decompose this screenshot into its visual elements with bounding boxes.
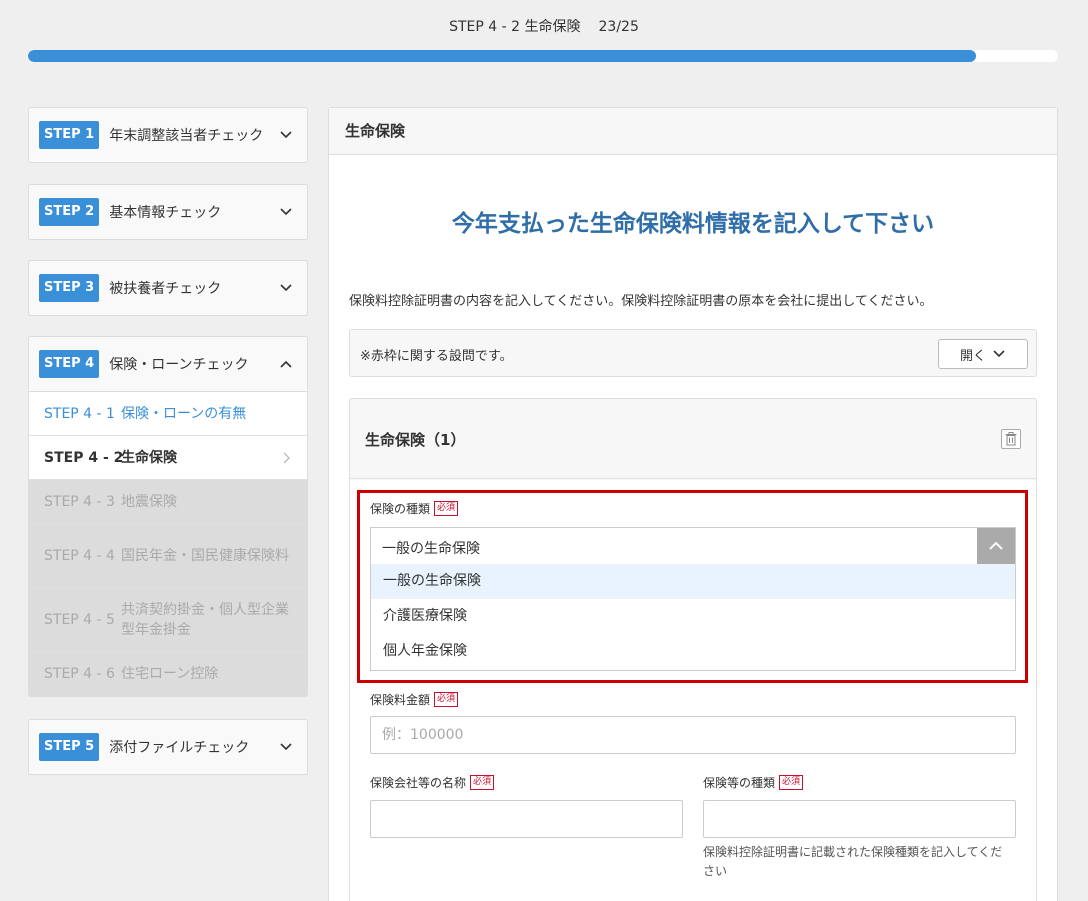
instructions-text: 保険料控除証明書の内容を記入してください。保険料控除証明書の原本を会社に提出して… bbox=[349, 294, 933, 309]
progress-bar bbox=[28, 50, 1058, 62]
step-label: 添付ファイルチェック bbox=[109, 740, 250, 756]
current-step-title: STEP 4 - 2 生命保険 bbox=[449, 19, 581, 35]
step-5-header[interactable]: STEP 5 添付ファイルチェック bbox=[29, 720, 307, 774]
company-name-input[interactable] bbox=[370, 800, 683, 838]
step-2-card[interactable]: STEP 2 基本情報チェック bbox=[28, 184, 308, 240]
progress-title: STEP 4 - 2 生命保険 23/25 bbox=[0, 16, 1088, 36]
substep-code: STEP 4 - 1 bbox=[44, 405, 115, 422]
dropdown-option[interactable]: 一般の生命保険 bbox=[371, 564, 1015, 599]
step-badge: STEP 2 bbox=[39, 198, 100, 226]
note-box: ※赤枠に関する設問です。 開く bbox=[349, 329, 1037, 377]
open-button[interactable]: 開く bbox=[938, 339, 1028, 369]
substep-code: STEP 4 - 4 bbox=[44, 547, 115, 564]
substep-label: 生命保険 bbox=[121, 449, 177, 466]
step-counter: 23/25 bbox=[598, 19, 639, 35]
chevron-up-icon[interactable] bbox=[977, 528, 1015, 564]
note-text: ※赤枠に関する設問です。 bbox=[360, 349, 513, 364]
substep-label: 地震保険 bbox=[121, 493, 177, 510]
substep-code: STEP 4 - 3 bbox=[44, 493, 115, 510]
dropdown-option[interactable]: 介護医療保険 bbox=[371, 599, 1015, 634]
chevron-right-icon bbox=[279, 451, 293, 465]
substep-code: STEP 4 - 6 bbox=[44, 666, 115, 682]
substep-4-4: STEP 4 - 4 国民年金・国民健康保険料 bbox=[29, 524, 307, 588]
company-name-label: 保険会社等の名称 必須 bbox=[370, 774, 495, 791]
open-button-label: 開く bbox=[959, 348, 986, 364]
step-badge: STEP 3 bbox=[39, 274, 100, 302]
step-label: 被扶養者チェック bbox=[109, 281, 222, 297]
premium-label: 保険料金額 必須 bbox=[370, 691, 459, 708]
required-badge: 必須 bbox=[434, 501, 459, 516]
step-badge: STEP 5 bbox=[39, 733, 100, 761]
insurance-kind-input[interactable] bbox=[703, 800, 1016, 838]
substep-label: 共済契約掛金・個人型企業型年金掛金 bbox=[121, 601, 289, 638]
insurance-type-select[interactable]: 一般の生命保険 bbox=[370, 527, 1016, 565]
substep-code: STEP 4 - 2 bbox=[44, 449, 124, 466]
main-panel: 生命保険 今年支払った生命保険料情報を記入して下さい 保険料控除証明書の内容を記… bbox=[328, 107, 1058, 901]
step-4-card[interactable]: STEP 4 保険・ローンチェック STEP 4 - 1 保険・ローンの有無 S… bbox=[28, 336, 308, 697]
insurance-kind-help: 保険料控除証明書に記載された保険種類を記入してください bbox=[703, 845, 1003, 878]
field-label-text: 保険料金額 bbox=[370, 693, 431, 707]
panel-title: 生命保険 bbox=[329, 108, 1057, 155]
step-3-header[interactable]: STEP 3 被扶養者チェック bbox=[29, 261, 307, 315]
step-4-substeps: STEP 4 - 1 保険・ローンの有無 STEP 4 - 2 生命保険 STE… bbox=[29, 391, 307, 696]
step-label: 基本情報チェック bbox=[109, 205, 222, 221]
step-4-header[interactable]: STEP 4 保険・ローンチェック bbox=[29, 337, 307, 391]
substep-4-2[interactable]: STEP 4 - 2 生命保険 bbox=[29, 436, 307, 480]
step-1-header[interactable]: STEP 1 年末調整該当者チェック bbox=[29, 108, 307, 162]
substep-label: 国民年金・国民健康保険料 bbox=[121, 547, 289, 564]
insurance-card: 生命保険（1） 保険の種類 必須 一般の生命保険 一般の生命保険 介護医療保険 … bbox=[349, 398, 1037, 901]
required-badge: 必須 bbox=[470, 775, 495, 790]
dropdown-option[interactable]: 個人年金保険 bbox=[371, 634, 1015, 669]
required-badge: 必須 bbox=[434, 692, 459, 707]
step-badge: STEP 4 bbox=[39, 350, 100, 378]
chevron-up-icon[interactable] bbox=[279, 357, 293, 371]
select-value: 一般の生命保険 bbox=[382, 541, 480, 557]
step-label: 保険・ローンチェック bbox=[109, 357, 249, 373]
substep-4-5: STEP 4 - 5 共済契約掛金・個人型企業型年金掛金 bbox=[29, 588, 307, 652]
insurance-card-header: 生命保険（1） bbox=[350, 399, 1036, 479]
premium-input[interactable] bbox=[370, 716, 1016, 754]
chevron-down-icon[interactable] bbox=[279, 205, 293, 219]
substep-4-1[interactable]: STEP 4 - 1 保険・ローンの有無 bbox=[29, 392, 307, 436]
substep-label: 住宅ローン控除 bbox=[121, 666, 219, 682]
step-badge: STEP 1 bbox=[39, 121, 100, 149]
insurance-type-label: 保険の種類 必須 bbox=[370, 500, 459, 517]
step-3-card[interactable]: STEP 3 被扶養者チェック bbox=[28, 260, 308, 316]
chevron-down-icon[interactable] bbox=[279, 128, 293, 142]
step-1-card[interactable]: STEP 1 年末調整該当者チェック bbox=[28, 107, 308, 163]
insurance-kind-label: 保険等の種類 必須 bbox=[703, 774, 804, 791]
insurance-type-dropdown: 一般の生命保険 介護医療保険 個人年金保険 bbox=[370, 564, 1016, 671]
field-label-text: 保険等の種類 bbox=[703, 776, 776, 790]
substep-label: 保険・ローンの有無 bbox=[121, 405, 247, 422]
chevron-down-icon bbox=[992, 347, 1006, 361]
substep-code: STEP 4 - 5 bbox=[44, 611, 115, 628]
insurance-form: 保険の種類 必須 一般の生命保険 一般の生命保険 介護医療保険 個人年金保険 保… bbox=[350, 480, 1036, 901]
chevron-down-icon[interactable] bbox=[279, 740, 293, 754]
field-label-text: 保険の種類 bbox=[370, 502, 431, 516]
step-label: 年末調整該当者チェック bbox=[109, 128, 264, 144]
progress-fill bbox=[28, 50, 976, 62]
step-2-header[interactable]: STEP 2 基本情報チェック bbox=[29, 185, 307, 239]
chevron-down-icon[interactable] bbox=[279, 281, 293, 295]
substep-4-6: STEP 4 - 6 住宅ローン控除 bbox=[29, 652, 307, 696]
field-label-text: 保険会社等の名称 bbox=[370, 776, 467, 790]
insurance-card-title: 生命保険（1） bbox=[365, 431, 466, 449]
trash-icon[interactable] bbox=[1001, 429, 1021, 449]
required-badge: 必須 bbox=[779, 775, 804, 790]
substep-4-3: STEP 4 - 3 地震保険 bbox=[29, 480, 307, 524]
page-headline: 今年支払った生命保険料情報を記入して下さい bbox=[451, 211, 935, 237]
step-5-card[interactable]: STEP 5 添付ファイルチェック bbox=[28, 719, 308, 775]
